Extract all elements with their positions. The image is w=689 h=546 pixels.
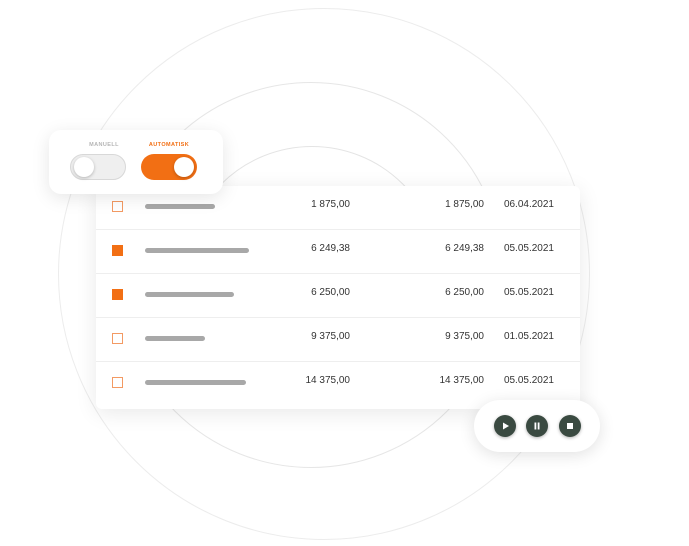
redacted-text-bar: [145, 336, 205, 341]
row-checkbox[interactable]: [112, 289, 123, 300]
table-row: 9 375,00 9 375,00 01.05.2021: [96, 318, 580, 362]
row-checkbox[interactable]: [112, 245, 123, 256]
amount-cell: 6 250,00: [445, 287, 484, 298]
amount-cell: 9 375,00: [311, 331, 350, 342]
date-cell: 05.05.2021: [503, 287, 554, 298]
mode-toggle-card: MANUELL AUTOMATISK: [49, 130, 223, 194]
table-row: 6 250,00 6 250,00 05.05.2021: [96, 274, 580, 318]
stop-icon: [567, 423, 573, 429]
pause-button[interactable]: [526, 415, 548, 437]
manual-label: MANUELL: [89, 142, 119, 148]
automatic-label: AUTOMATISK: [148, 142, 190, 148]
redacted-text-bar: [145, 292, 234, 297]
play-button[interactable]: [494, 415, 516, 437]
play-icon: [503, 422, 509, 430]
amount-cell: 14 375,00: [439, 375, 485, 386]
switch-knob: [174, 157, 194, 177]
pause-icon: [534, 422, 540, 430]
amount-cell: 9 375,00: [445, 331, 484, 342]
date-cell: 06.04.2021: [503, 199, 554, 210]
row-checkbox[interactable]: [112, 377, 123, 388]
switch-knob: [74, 157, 94, 177]
manual-switch[interactable]: [70, 154, 126, 180]
stop-button[interactable]: [559, 415, 581, 437]
date-cell: 01.05.2021: [503, 331, 554, 342]
automatic-switch[interactable]: [141, 154, 197, 180]
amount-cell: 6 249,38: [445, 243, 484, 254]
table-row: 6 249,38 6 249,38 05.05.2021: [96, 230, 580, 274]
amount-cell: 6 250,00: [311, 287, 350, 298]
amount-cell: 14 375,00: [305, 375, 351, 386]
redacted-text-bar: [145, 248, 249, 253]
redacted-text-bar: [145, 204, 215, 209]
amount-cell: 1 875,00: [311, 199, 350, 210]
date-cell: 05.05.2021: [503, 243, 554, 254]
amount-cell: 6 249,38: [311, 243, 350, 254]
date-cell: 05.05.2021: [503, 375, 554, 386]
redacted-text-bar: [145, 380, 246, 385]
amount-cell: 1 875,00: [445, 199, 484, 210]
payments-table: 1 875,00 1 875,00 06.04.2021 6 249,38 6 …: [96, 186, 580, 409]
row-checkbox[interactable]: [112, 201, 123, 212]
row-checkbox[interactable]: [112, 333, 123, 344]
media-controls: [474, 400, 600, 452]
